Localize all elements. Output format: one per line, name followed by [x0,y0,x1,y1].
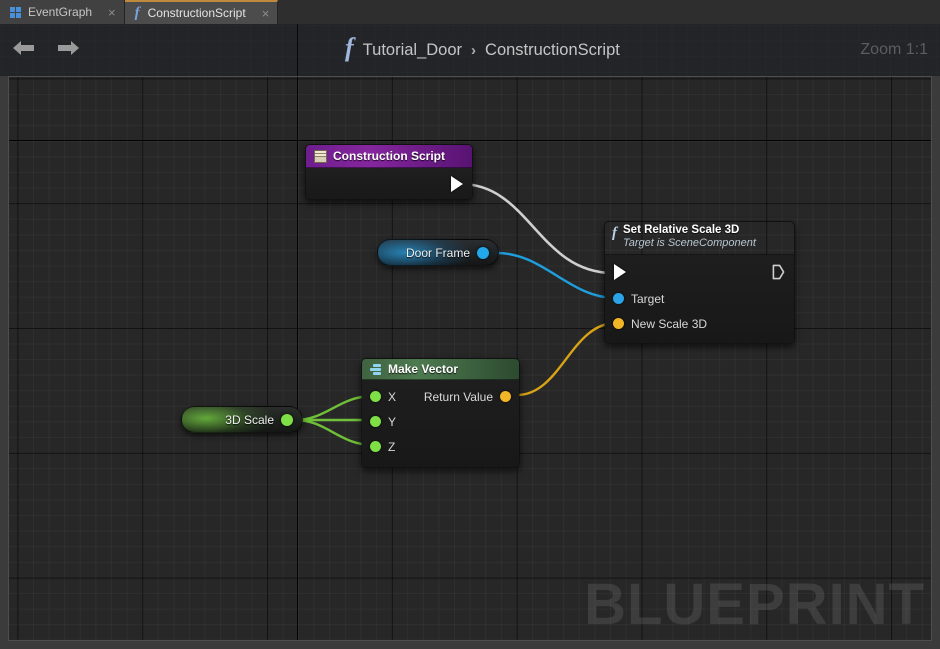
graph-header: f Tutorial_Door › ConstructionScript Zoo… [0,24,940,76]
exec-out-pin[interactable] [772,264,785,280]
eventgraph-icon [10,6,22,18]
pin-label: X [388,389,397,404]
node-construction-script[interactable]: Construction Script [305,144,473,200]
chevron-right-icon: › [471,41,477,59]
grid-axis-vertical [297,77,298,640]
pin-row-new-scale-3d[interactable]: New Scale 3D [605,311,794,336]
function-icon: f [134,4,140,21]
return-value-pin[interactable] [500,391,511,402]
zoom-level-label: Zoom 1:1 [860,41,928,58]
3d-scale-output-pin[interactable] [281,413,293,426]
exec-in-pin[interactable] [614,264,626,280]
blueprint-editor-window: EventGraph × f ConstructionScript × f Tu… [0,0,940,649]
tab-eventgraph-label: EventGraph [28,5,93,19]
back-arrow-icon[interactable] [10,34,38,62]
pin-row-target[interactable]: Target [605,286,794,311]
breadcrumb-leaf[interactable]: ConstructionScript [485,41,620,60]
tab-bar: EventGraph × f ConstructionScript × [0,0,940,24]
z-pin[interactable] [370,441,381,452]
variable-label: Door Frame [405,245,470,260]
blueprint-watermark: BLUEPRINT [584,572,925,637]
pin-label: Target [631,291,665,306]
pin-label: New Scale 3D [631,316,708,331]
node-header: Construction Script [306,145,472,168]
breadcrumb-root[interactable]: Tutorial_Door [363,41,462,60]
tab-constructionscript-label: ConstructionScript [147,6,246,20]
tab-eventgraph[interactable]: EventGraph × [0,0,125,24]
variable-door-frame[interactable]: Door Frame [377,239,499,266]
node-header: f Set Relative Scale 3D Target is SceneC… [605,222,794,255]
node-title: Set Relative Scale 3D [623,224,740,236]
pin-row-y[interactable]: Y [362,409,424,434]
pin-row-z[interactable]: Z [362,434,424,459]
y-pin[interactable] [370,416,381,427]
node-make-vector[interactable]: Make Vector X Y Z Return Value [361,358,520,468]
pin-label: Y [388,414,397,429]
target-pin[interactable] [613,293,624,304]
exec-row [605,258,794,286]
node-header: Make Vector [362,359,519,380]
exec-out-pin[interactable] [451,175,463,192]
construction-script-icon [314,149,327,163]
function-icon: f [612,225,617,241]
node-body: Target New Scale 3D [605,255,794,343]
tab-eventgraph-close-icon[interactable]: × [108,6,116,19]
header-major-gridline [297,24,298,76]
node-body [306,168,472,199]
variable-3d-scale[interactable]: 3D Scale [181,406,303,433]
new-scale-3d-pin[interactable] [613,318,624,329]
variable-label: 3D Scale [225,412,274,427]
node-title: Make Vector [388,362,459,376]
forward-arrow-icon[interactable] [54,34,82,62]
node-set-relative-scale-3d[interactable]: f Set Relative Scale 3D Target is SceneC… [604,221,795,344]
pin-label: Return Value [423,389,493,404]
node-subtitle: Target is SceneComponent [623,237,756,249]
navigation-controls [10,34,82,62]
node-body: X Y Z Return Value [362,380,519,467]
node-title: Construction Script [333,149,446,163]
pin-row-return-value[interactable]: Return Value [424,384,519,409]
function-icon: f [345,33,354,62]
grid-axis-horizontal [9,140,931,141]
graph-canvas[interactable]: BLUEPRINT Construction Script f Set Rela… [9,77,931,640]
x-pin[interactable] [370,391,381,402]
breadcrumb: f Tutorial_Door › ConstructionScript [345,24,620,76]
make-vector-icon [369,363,382,375]
graph-canvas-frame: BLUEPRINT Construction Script f Set Rela… [8,76,932,641]
tab-constructionscript[interactable]: f ConstructionScript × [124,0,279,24]
tab-constructionscript-close-icon[interactable]: × [262,7,270,20]
door-frame-output-pin[interactable] [477,246,489,259]
pin-row-x[interactable]: X [362,384,424,409]
pin-label: Z [388,439,396,454]
